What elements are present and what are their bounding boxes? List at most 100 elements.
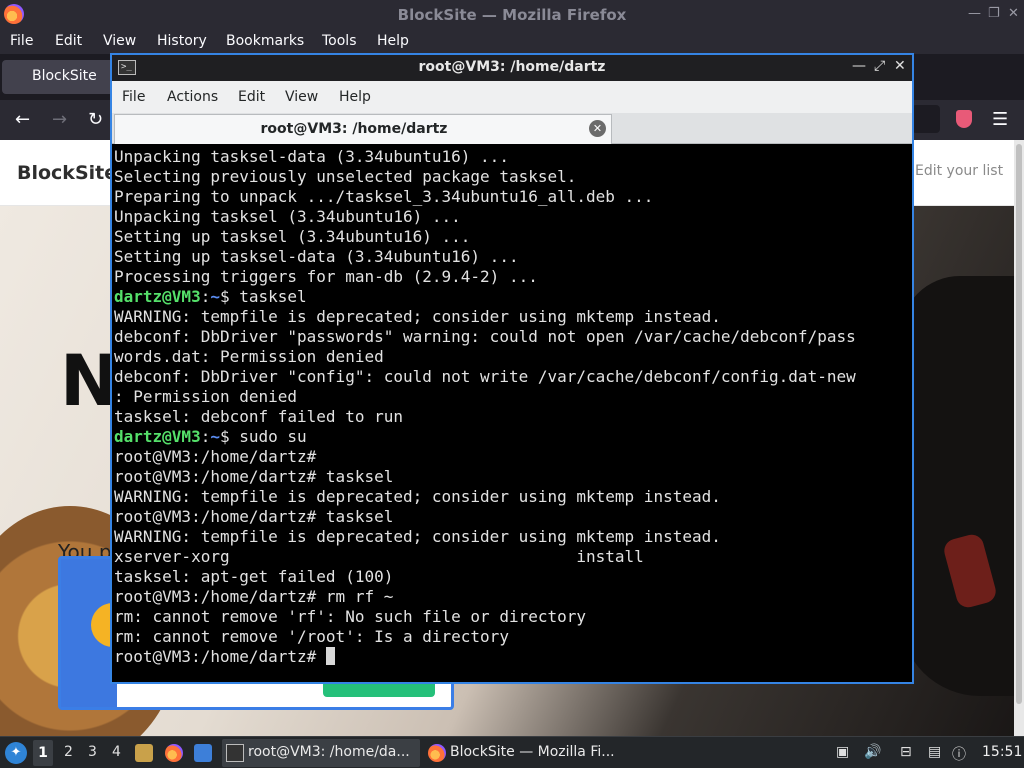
terminal-menu-actions[interactable]: Actions xyxy=(167,89,218,105)
terminal-line: WARNING: tempfile is deprecated; conside… xyxy=(114,307,908,327)
terminal-output[interactable]: Unpacking tasksel-data (3.34ubuntu16) ..… xyxy=(114,147,908,682)
terminal-cursor xyxy=(325,647,335,665)
firefox-launcher-icon[interactable] xyxy=(165,744,183,762)
prompt-path: ~ xyxy=(210,287,220,306)
hero-dog-image xyxy=(900,276,1014,696)
maximize-icon[interactable]: ❐ xyxy=(988,6,1000,21)
tab-close-icon[interactable]: ✕ xyxy=(589,120,606,137)
terminal-line: Unpacking tasksel (3.34ubuntu16) ... xyxy=(114,207,908,227)
terminal-window: >_ root@VM3: /home/dartz — ⤢ ✕ File Acti… xyxy=(110,53,914,684)
workspace-1[interactable]: 1 xyxy=(33,740,53,766)
terminal-line-text: Selecting previously unselected package … xyxy=(114,167,577,186)
volume-icon[interactable]: 🔊 xyxy=(864,744,881,760)
edit-your-list-link[interactable]: Edit your list xyxy=(915,163,1003,179)
terminal-line: Setting up tasksel (3.34ubuntu16) ... xyxy=(114,227,908,247)
terminal-line-text: : Permission denied xyxy=(114,387,298,406)
terminal-line-text: root@VM3:/home/dartz# xyxy=(114,447,317,466)
terminal-line-text: debconf: DbDriver "config": could not wr… xyxy=(114,367,856,386)
prompt-user: dartz@VM3 xyxy=(114,287,201,306)
close-icon[interactable]: ✕ xyxy=(1008,6,1019,21)
firefox-menu-help[interactable]: Help xyxy=(377,33,409,49)
firefox-menu-history[interactable]: History xyxy=(157,33,207,49)
terminal-line: xserver-xorg install xyxy=(114,547,908,567)
workspace-2[interactable]: 2 xyxy=(64,744,73,760)
minimize-icon[interactable]: — xyxy=(968,6,981,21)
terminal-line-text: rm: cannot remove '/root': Is a director… xyxy=(114,627,509,646)
prompt-path: ~ xyxy=(210,427,220,446)
terminal-line: dartz@VM3:~$ tasksel xyxy=(114,287,908,307)
task-firefox-label: BlockSite — Mozilla Fi... xyxy=(450,744,615,760)
terminal-menubar: File Actions Edit View Help xyxy=(112,81,912,113)
terminal-line: Processing triggers for man-db (2.9.4-2)… xyxy=(114,267,908,287)
terminal-icon xyxy=(226,744,244,762)
firefox-titlebar: BlockSite — Mozilla Firefox — ❐ ✕ xyxy=(0,0,1024,30)
terminal-close-icon[interactable]: ✕ xyxy=(894,58,906,74)
firefox-menu-bookmarks[interactable]: Bookmarks xyxy=(226,33,304,49)
firefox-icon xyxy=(428,744,446,762)
terminal-titlebar[interactable]: >_ root@VM3: /home/dartz — ⤢ ✕ xyxy=(112,55,912,81)
firefox-tab-label: BlockSite xyxy=(32,68,97,84)
terminal-line: debconf: DbDriver "config": could not wr… xyxy=(114,367,908,387)
terminal-line: rm: cannot remove '/root': Is a director… xyxy=(114,627,908,647)
terminal-line-text: Unpacking tasksel (3.34ubuntu16) ... xyxy=(114,207,461,226)
terminal-line: tasksel: debconf failed to run xyxy=(114,407,908,427)
terminal-line: root@VM3:/home/dartz# xyxy=(114,447,908,467)
hamburger-menu-icon[interactable]: ☰ xyxy=(992,109,1008,130)
terminal-line-text: debconf: DbDriver "passwords" warning: c… xyxy=(114,327,856,346)
blocksite-logo[interactable]: BlockSite xyxy=(17,162,117,184)
terminal-line-text: Setting up tasksel-data (3.34ubuntu16) .… xyxy=(114,247,519,266)
terminal-tabbar: root@VM3: /home/dartz ✕ xyxy=(112,113,912,144)
firefox-menu-tools[interactable]: Tools xyxy=(322,33,357,49)
firefox-scrollbar[interactable] xyxy=(1014,140,1024,736)
terminal-line: WARNING: tempfile is deprecated; conside… xyxy=(114,487,908,507)
terminal-line: : Permission denied xyxy=(114,387,908,407)
task-terminal[interactable]: root@VM3: /home/da... xyxy=(222,739,420,767)
terminal-menu-view[interactable]: View xyxy=(285,89,318,105)
terminal-menu-file[interactable]: File xyxy=(122,89,145,105)
update-icon[interactable]: ⓘ xyxy=(952,744,966,764)
firefox-menu-edit[interactable]: Edit xyxy=(55,33,82,49)
tray-clipboard-icon[interactable]: ▣ xyxy=(836,744,849,760)
terminal-window-title: root@VM3: /home/dartz xyxy=(418,59,606,75)
terminal-line: root@VM3:/home/dartz# tasksel xyxy=(114,507,908,527)
terminal-tab[interactable]: root@VM3: /home/dartz ✕ xyxy=(114,114,612,144)
forward-icon[interactable]: → xyxy=(52,109,67,130)
start-menu-icon[interactable]: ✦ xyxy=(5,742,27,764)
firefox-tab-blocksite[interactable]: BlockSite xyxy=(2,60,120,94)
terminal-line-text: root@VM3:/home/dartz# tasksel xyxy=(114,507,394,526)
task-terminal-label: root@VM3: /home/da... xyxy=(248,744,410,760)
terminal-line-text: root@VM3:/home/dartz# tasksel xyxy=(114,467,394,486)
firefox-menu-file[interactable]: File xyxy=(10,33,33,49)
firefox-menu-view[interactable]: View xyxy=(103,33,136,49)
terminal-line-text: root@VM3:/home/dartz# xyxy=(114,647,326,666)
task-firefox[interactable]: BlockSite — Mozilla Fi... xyxy=(424,739,624,767)
reload-icon[interactable]: ↻ xyxy=(88,109,103,130)
terminal-line-text: $ sudo su xyxy=(219,427,307,446)
back-icon[interactable]: ← xyxy=(15,109,30,130)
show-desktop-icon[interactable] xyxy=(194,744,212,762)
terminal-menu-help[interactable]: Help xyxy=(339,89,371,105)
clock: 15:51 xyxy=(982,744,1023,760)
firefox-menubar: File Edit View History Bookmarks Tools H… xyxy=(0,30,1024,54)
terminal-maximize-icon[interactable]: ⤢ xyxy=(874,58,885,74)
terminal-line: debconf: DbDriver "passwords" warning: c… xyxy=(114,327,908,347)
notes-icon[interactable]: ▤ xyxy=(928,744,941,760)
file-manager-icon[interactable] xyxy=(135,744,153,762)
terminal-line-text: Preparing to unpack .../tasksel_3.34ubun… xyxy=(114,187,654,206)
network-icon[interactable]: ⊟ xyxy=(900,744,912,760)
terminal-line-text: Unpacking tasksel-data (3.34ubuntu16) ..… xyxy=(114,147,509,166)
prompt-user: dartz@VM3 xyxy=(114,427,201,446)
terminal-line-text: words.dat: Permission denied xyxy=(114,347,384,366)
workspace-4[interactable]: 4 xyxy=(112,744,121,760)
terminal-line-text: Setting up tasksel (3.34ubuntu16) ... xyxy=(114,227,471,246)
workspace-3[interactable]: 3 xyxy=(88,744,97,760)
terminal-line: Preparing to unpack .../tasksel_3.34ubun… xyxy=(114,187,908,207)
prompt-separator: : xyxy=(200,427,211,446)
terminal-minimize-icon[interactable]: — xyxy=(852,58,866,74)
url-bar-end[interactable] xyxy=(912,105,940,133)
terminal-menu-edit[interactable]: Edit xyxy=(238,89,265,105)
scrollbar-thumb[interactable] xyxy=(1016,144,1022,704)
terminal-line: root@VM3:/home/dartz# rm rf ~ xyxy=(114,587,908,607)
shield-icon[interactable] xyxy=(956,110,972,128)
terminal-line-text: Processing triggers for man-db (2.9.4-2)… xyxy=(114,267,538,286)
